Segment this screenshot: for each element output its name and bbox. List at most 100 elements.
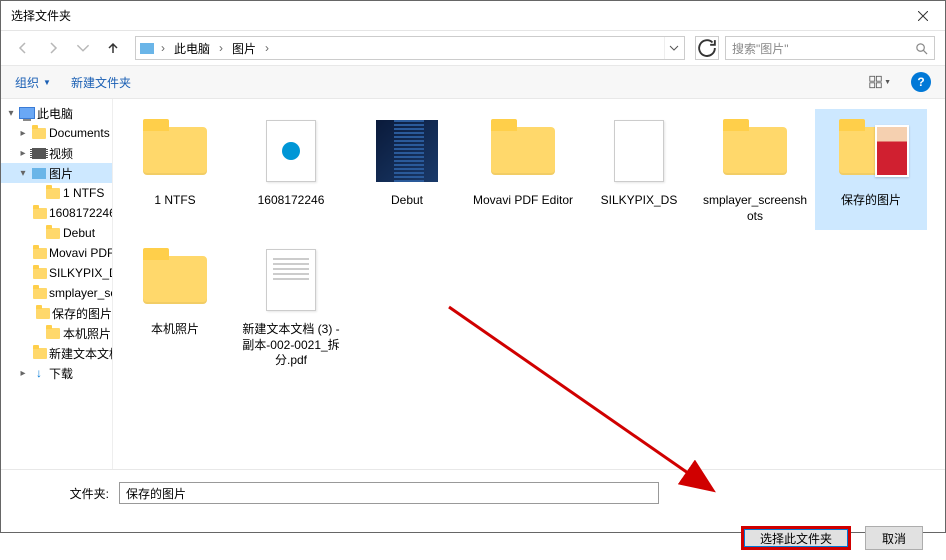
tree-panel[interactable]: ▾此电脑▸Documents▸视频▾图片1 NTFS1608172246Debu… — [1, 99, 113, 469]
back-button[interactable] — [11, 36, 35, 60]
new-folder-button[interactable]: 新建文件夹 — [71, 74, 131, 91]
chevron-down-icon — [669, 45, 679, 51]
select-folder-button[interactable]: 选择此文件夹 — [741, 526, 851, 550]
breadcrumb-root[interactable]: 此电脑 — [170, 38, 214, 59]
tree-item-label: Debut — [63, 226, 95, 240]
title-bar: 选择文件夹 — [1, 1, 945, 31]
item-label: 1608172246 — [258, 193, 325, 209]
chevron-down-icon — [76, 41, 90, 55]
folder-icon — [45, 225, 61, 241]
tree-item[interactable]: Movavi PDF Editor — [1, 243, 112, 263]
forward-button[interactable] — [41, 36, 65, 60]
grid-item[interactable]: 本机照片 — [119, 238, 231, 375]
chevron-right-icon: › — [262, 41, 272, 55]
search-icon — [915, 42, 928, 55]
refresh-button[interactable] — [695, 36, 719, 60]
tree-item-label: 1608172246 — [49, 206, 113, 220]
search-placeholder: 搜索"图片" — [732, 40, 909, 57]
breadcrumb[interactable]: › 此电脑 › 图片 › — [135, 36, 685, 60]
expander-icon[interactable]: ▸ — [17, 368, 29, 379]
tree-item[interactable]: ▾ 图片 — [1, 163, 112, 183]
tree-item[interactable]: 1608172246 — [1, 203, 112, 223]
tree-item[interactable]: ▾ 此电脑 — [1, 103, 112, 123]
close-icon — [918, 11, 928, 21]
item-thumbnail — [371, 115, 443, 187]
view-mode-button[interactable]: ▼ — [869, 71, 891, 93]
refresh-icon — [696, 37, 718, 59]
history-dropdown[interactable] — [71, 36, 95, 60]
tree-item-label: Movavi PDF Editor — [49, 246, 113, 260]
item-thumbnail — [487, 115, 559, 187]
expander-icon[interactable]: ▸ — [17, 128, 29, 139]
tree-item[interactable]: 新建文本文档 — [1, 343, 112, 363]
toolbar: 组织 ▼ 新建文件夹 ▼ ? — [1, 65, 945, 99]
grid-item[interactable]: 保存的图片 — [815, 109, 927, 230]
video-icon — [31, 145, 47, 161]
tree-item[interactable]: 1 NTFS — [1, 183, 112, 203]
up-button[interactable] — [101, 36, 125, 60]
window-title: 选择文件夹 — [11, 7, 900, 24]
content-panel[interactable]: 1 NTFS 1608172246 Debut Movavi PDF Editor SI… — [113, 99, 945, 469]
grid-item[interactable]: 新建文本文档 (3) - 副本-002-0021_拆分.pdf — [235, 238, 347, 375]
item-label: 1 NTFS — [154, 193, 195, 209]
new-folder-label: 新建文件夹 — [71, 74, 131, 91]
tree-item-label: 图片 — [49, 165, 73, 182]
tree-item-label: 1 NTFS — [63, 186, 104, 200]
arrow-right-icon — [46, 41, 60, 55]
grid-item[interactable]: Movavi PDF Editor — [467, 109, 579, 230]
grid-item[interactable]: 1 NTFS — [119, 109, 231, 230]
tree-item[interactable]: ▸↓下载 — [1, 363, 112, 383]
chevron-right-icon: › — [216, 41, 226, 55]
folder-icon — [33, 245, 47, 261]
item-label: 本机照片 — [151, 322, 199, 338]
tree-item[interactable]: smplayer_screenshots — [1, 283, 112, 303]
folder-name-input[interactable] — [119, 482, 659, 504]
folder-icon — [33, 205, 47, 221]
tree-item[interactable]: SILKYPIX_DS — [1, 263, 112, 283]
folder-icon — [33, 265, 47, 281]
tree-item-label: 保存的图片 — [52, 305, 112, 322]
item-label: Movavi PDF Editor — [473, 193, 573, 209]
cancel-button[interactable]: 取消 — [865, 526, 923, 550]
item-thumbnail — [603, 115, 675, 187]
item-label: 新建文本文档 (3) - 副本-002-0021_拆分.pdf — [237, 322, 345, 369]
organize-label: 组织 — [15, 74, 39, 91]
item-label: 保存的图片 — [841, 193, 901, 209]
thumbnails-icon — [869, 74, 882, 90]
grid-item[interactable]: smplayer_screenshots — [699, 109, 811, 230]
chevron-right-icon: › — [158, 41, 168, 55]
download-icon: ↓ — [31, 365, 47, 381]
tree-item[interactable]: ▸Documents — [1, 123, 112, 143]
body: ▾此电脑▸Documents▸视频▾图片1 NTFS1608172246Debu… — [1, 99, 945, 469]
pc-icon — [19, 105, 35, 121]
tree-item-label: 下载 — [49, 365, 73, 382]
item-thumbnail — [835, 115, 907, 187]
expander-icon[interactable]: ▾ — [5, 108, 17, 119]
breadcrumb-current[interactable]: 图片 — [228, 38, 260, 59]
grid-item[interactable]: SILKYPIX_DS — [583, 109, 695, 230]
folder-field-label: 文件夹: — [19, 485, 109, 502]
tree-item[interactable]: 本机照片 — [1, 323, 112, 343]
nav-bar: › 此电脑 › 图片 › 搜索"图片" — [1, 31, 945, 65]
folder-icon — [33, 285, 47, 301]
tree-item[interactable]: Debut — [1, 223, 112, 243]
tree-item[interactable]: ▸ 视频 — [1, 143, 112, 163]
tree-item[interactable]: 保存的图片 — [1, 303, 112, 323]
footer: 文件夹: 选择此文件夹 取消 — [1, 469, 945, 560]
tree-item-label: 视频 — [49, 145, 73, 162]
item-thumbnail — [139, 115, 211, 187]
chevron-down-icon: ▼ — [884, 79, 891, 86]
tree-item-label: 此电脑 — [37, 105, 73, 122]
grid-item[interactable]: Debut — [351, 109, 463, 230]
help-button[interactable]: ? — [911, 72, 931, 92]
folder-icon — [33, 345, 47, 361]
arrow-left-icon — [16, 41, 30, 55]
breadcrumb-dropdown[interactable] — [664, 37, 682, 59]
close-button[interactable] — [900, 1, 945, 31]
search-input[interactable]: 搜索"图片" — [725, 36, 935, 60]
organize-menu[interactable]: 组织 ▼ — [15, 74, 51, 91]
expander-icon[interactable]: ▾ — [17, 168, 29, 179]
grid-item[interactable]: 1608172246 — [235, 109, 347, 230]
folder-icon — [45, 185, 61, 201]
expander-icon[interactable]: ▸ — [17, 148, 29, 159]
